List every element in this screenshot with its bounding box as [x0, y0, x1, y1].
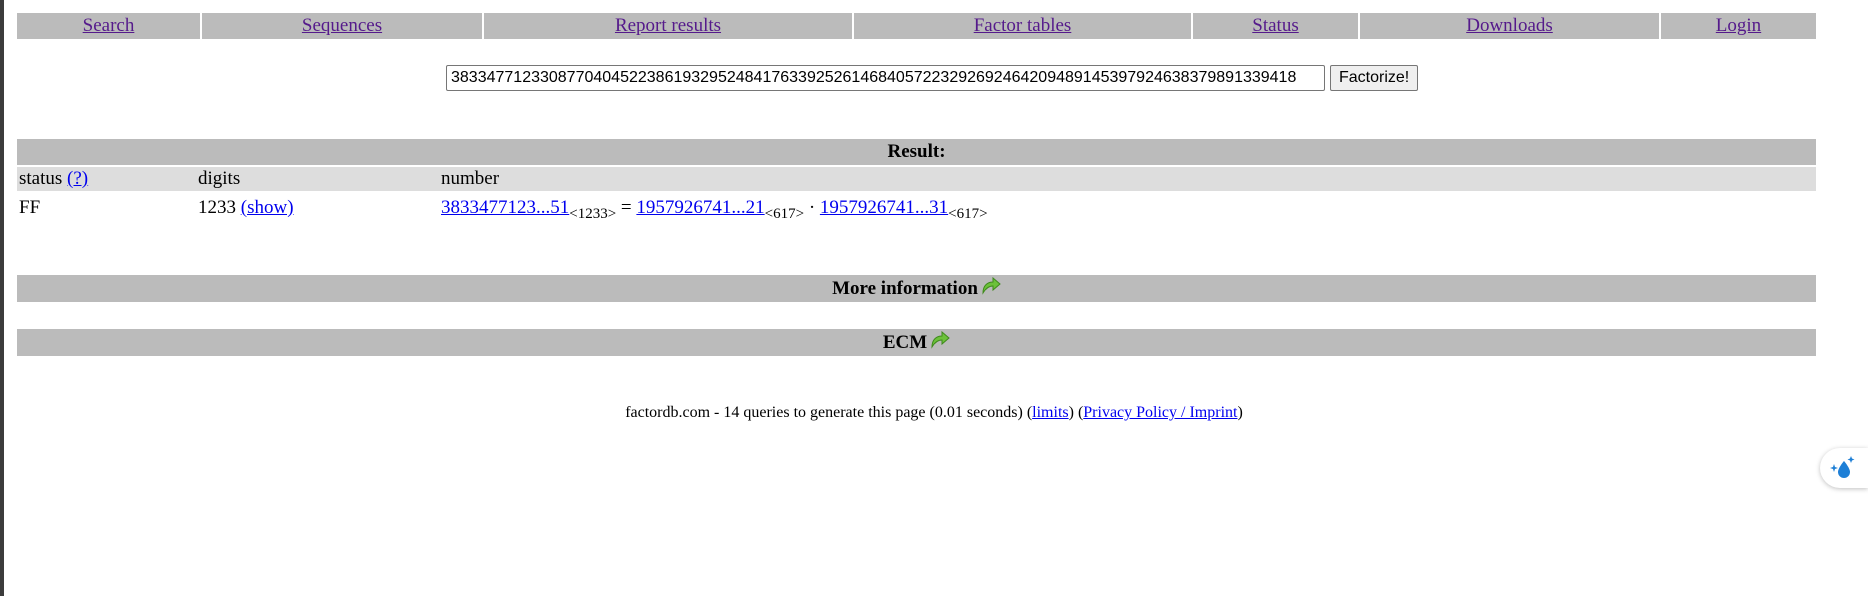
digits-header: digits — [198, 168, 241, 189]
factor1-link[interactable]: 1957926741...21 — [636, 197, 764, 218]
number-header: number — [441, 168, 500, 189]
window-frame-edge — [0, 0, 4, 596]
nav-item-sequences: Sequences — [202, 13, 484, 39]
nav-item-search: Search — [17, 13, 202, 39]
privacy-policy-link[interactable]: Privacy Policy / Imprint — [1083, 404, 1237, 421]
digits-cell: 1233 (show) — [198, 196, 294, 220]
result-header-row: status (?) digits number — [17, 167, 1816, 191]
number-cell: 3833477123...51<1233> = 1957926741...21<… — [441, 196, 988, 226]
equals-sign: = — [620, 197, 632, 218]
ecm-bar[interactable]: ECM — [17, 329, 1816, 356]
ecm-label: ECM — [882, 332, 928, 353]
status-header-label: status — [19, 168, 63, 189]
footer-separator: ) ( — [1068, 404, 1084, 421]
limits-link[interactable]: limits — [1032, 404, 1068, 421]
digits-value: 1233 — [198, 197, 236, 218]
factor1-digit-count: <617> — [764, 206, 805, 222]
footer-text: factordb.com - 14 queries to generate th… — [625, 404, 1033, 421]
nav-link-report-results[interactable]: Report results — [615, 15, 721, 36]
result-row: FF 1233 (show) 3833477123...51<1233> = 1… — [17, 196, 1816, 226]
nav-item-downloads: Downloads — [1360, 13, 1661, 39]
number-link[interactable]: 3833477123...51 — [441, 197, 569, 218]
status-header: status (?) — [19, 167, 88, 191]
nav-item-status: Status — [1193, 13, 1360, 39]
expand-arrow-icon — [930, 330, 950, 349]
result-heading: Result: — [17, 139, 1816, 165]
top-navigation: Search Sequences Report results Factor t… — [17, 13, 1816, 39]
nav-link-search[interactable]: Search — [83, 15, 135, 36]
search-form: 3833477123308770404522386193295248417633… — [446, 65, 1419, 91]
factorize-button[interactable]: Factorize! — [1330, 65, 1419, 91]
status-value: FF — [19, 197, 41, 218]
nav-item-factor-tables: Factor tables — [854, 13, 1193, 39]
nav-link-factor-tables[interactable]: Factor tables — [974, 15, 1072, 36]
floating-assistant-button[interactable] — [1820, 448, 1868, 488]
footer-end: ) — [1237, 404, 1243, 421]
number-digit-count: <1233> — [569, 206, 617, 222]
nav-item-report-results: Report results — [484, 13, 854, 39]
show-digits-link[interactable]: (show) — [241, 197, 294, 218]
nav-item-login: Login — [1661, 13, 1816, 39]
nav-link-sequences[interactable]: Sequences — [302, 15, 382, 36]
number-input[interactable]: 3833477123308770404522386193295248417633… — [446, 65, 1325, 91]
multiply-dot: · — [808, 197, 816, 218]
nav-link-status[interactable]: Status — [1252, 15, 1298, 36]
nav-link-login[interactable]: Login — [1716, 15, 1761, 36]
more-information-bar[interactable]: More information — [17, 275, 1816, 302]
factor2-link[interactable]: 1957926741...31 — [820, 197, 948, 218]
nav-link-downloads[interactable]: Downloads — [1466, 15, 1553, 36]
expand-arrow-icon — [981, 276, 1001, 295]
factor2-digit-count: <617> — [948, 206, 988, 222]
status-help-link[interactable]: (?) — [67, 168, 88, 189]
footer: factordb.com - 14 queries to generate th… — [0, 404, 1868, 422]
more-information-label: More information — [832, 278, 978, 299]
